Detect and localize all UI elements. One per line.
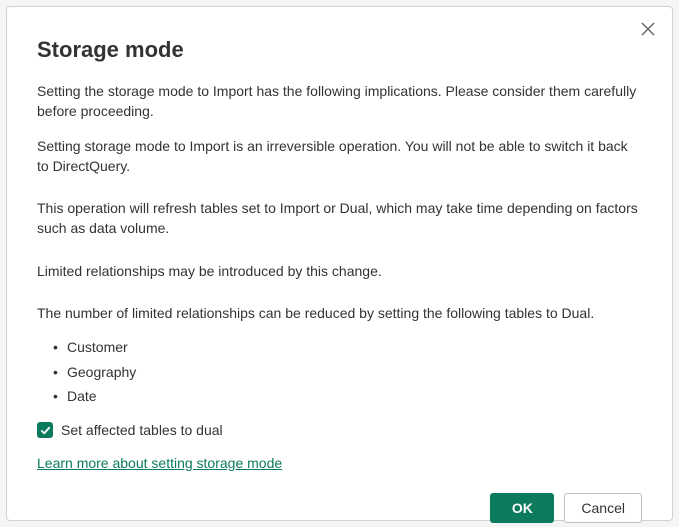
close-icon: [641, 22, 655, 36]
intro-paragraph: Setting the storage mode to Import has t…: [37, 81, 642, 122]
affected-tables-list: Customer Geography Date: [53, 337, 642, 406]
list-item: Geography: [53, 362, 642, 382]
set-affected-tables-checkbox-row: Set affected tables to dual: [37, 420, 642, 440]
dialog-title: Storage mode: [37, 37, 642, 63]
irreversible-paragraph: Setting storage mode to Import is an irr…: [37, 136, 642, 177]
cancel-button[interactable]: Cancel: [564, 493, 642, 523]
dialog-body: Setting the storage mode to Import has t…: [37, 81, 642, 473]
relationships-paragraph: Limited relationships may be introduced …: [37, 261, 642, 281]
checkbox-label: Set affected tables to dual: [61, 420, 223, 440]
list-item: Date: [53, 386, 642, 406]
checkmark-icon: [40, 425, 51, 436]
learn-more-link[interactable]: Learn more about setting storage mode: [37, 453, 282, 473]
refresh-paragraph: This operation will refresh tables set t…: [37, 198, 642, 239]
storage-mode-dialog: Storage mode Setting the storage mode to…: [6, 6, 673, 521]
list-item: Customer: [53, 337, 642, 357]
close-button[interactable]: [638, 19, 658, 39]
ok-button[interactable]: OK: [490, 493, 554, 523]
set-affected-tables-checkbox[interactable]: [37, 422, 53, 438]
dialog-footer: OK Cancel: [37, 493, 642, 523]
reduce-relationships-paragraph: The number of limited relationships can …: [37, 303, 642, 323]
